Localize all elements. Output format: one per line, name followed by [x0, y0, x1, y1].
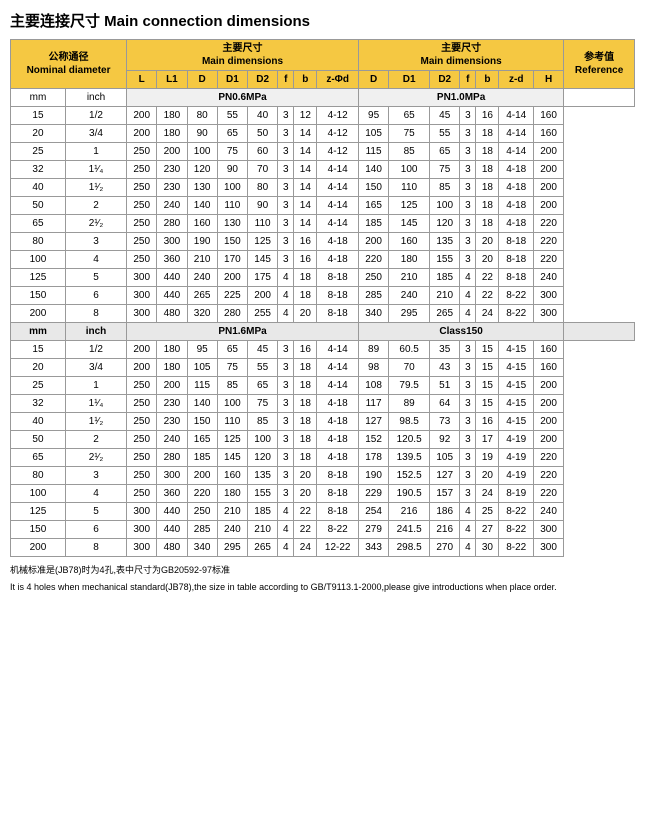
table-row: 203/420018010575553184-149870433154-1516…: [11, 359, 635, 377]
unit-mm: mm: [11, 89, 66, 107]
table-row: 20083004803202802554208-183402952654248-…: [11, 305, 635, 323]
section-pn16: PN1.6MPa: [127, 323, 359, 341]
col-f-right: f: [460, 71, 476, 89]
col-d2-right: D2: [430, 71, 460, 89]
table-row: 401¹⁄₂250230130100803144-14150110853184-…: [11, 179, 635, 197]
col-zd-right: z-d: [499, 71, 533, 89]
dimensions-table: 公称通径Nominal diameter 主要尺寸Main dimensions…: [10, 39, 635, 557]
col-d-left: D: [187, 71, 217, 89]
table-row: 502250240140110903144-141651251003184-18…: [11, 197, 635, 215]
table-row: 203/42001809065503144-1210575553184-1416…: [11, 125, 635, 143]
col-d2-left: D2: [248, 71, 278, 89]
table-row: 321¹⁄₄25023012090703144-14140100753184-1…: [11, 161, 635, 179]
col-l: L: [127, 71, 157, 89]
page-title: 主要连接尺寸 Main connection dimensions: [10, 10, 635, 31]
reference-header: 参考值Reference: [564, 40, 635, 89]
table-row: 12553004402502101854228-182542161864258-…: [11, 503, 635, 521]
table-row: 10042503602101701453164-182201801553208-…: [11, 251, 635, 269]
unit-mm-2: mm: [11, 323, 66, 341]
footnote-1: 机械标准是(JB78)时为4孔,表中尺寸为GB20592-97标准: [10, 563, 635, 576]
table-row: 8032503001901501253164-182001601353208-1…: [11, 233, 635, 251]
unit-inch: inch: [65, 89, 126, 107]
table-row: 652¹⁄₂2502801601301103144-14185145120318…: [11, 215, 635, 233]
table-row: 5022502401651251003184-18152120.5923174-…: [11, 431, 635, 449]
table-row: 15063004402652252004188-182852402104228-…: [11, 287, 635, 305]
table-row: 15063004402852402104228-22279241.5216427…: [11, 521, 635, 539]
table-row: 200830048034029526542412-22343298.527043…: [11, 539, 635, 557]
table-row: 151/22001808055403124-129565453164-14160: [11, 107, 635, 125]
table-row: 25125020011585653184-1410879.5513154-152…: [11, 377, 635, 395]
table-row: 652¹⁄₂2502801851451203184-18178139.51053…: [11, 449, 635, 467]
ref-empty-2: [564, 323, 635, 341]
table-row: 151/22001809565453164-148960.5353154-151…: [11, 341, 635, 359]
main-dimensions-right-header: 主要尺寸Main dimensions: [358, 40, 563, 71]
col-b-right: b: [476, 71, 499, 89]
col-f-left: f: [278, 71, 294, 89]
nominal-diameter-header: 公称通径Nominal diameter: [11, 40, 127, 89]
table-row: 12553004402402001754188-182502101854228-…: [11, 269, 635, 287]
col-d1-right: D1: [389, 71, 430, 89]
col-d1-left: D1: [217, 71, 247, 89]
col-l1: L1: [157, 71, 187, 89]
table-row: 321¹⁄₄250230140100753184-1811789643154-1…: [11, 395, 635, 413]
table-row: 8032503002001601353208-18190152.51273204…: [11, 467, 635, 485]
table-row: 401¹⁄₂250230150110853184-1812798.5733164…: [11, 413, 635, 431]
section-class150: Class150: [358, 323, 563, 341]
section-pn10: PN1.0MPa: [358, 89, 563, 107]
main-dimensions-left-header: 主要尺寸Main dimensions: [127, 40, 359, 71]
unit-inch-2: inch: [65, 323, 126, 341]
section-pn06: PN0.6MPa: [127, 89, 359, 107]
col-h: H: [533, 71, 563, 89]
table-row: 25125020010075603144-1211585653184-14200: [11, 143, 635, 161]
table-row: 10042503602201801553208-18229190.5157324…: [11, 485, 635, 503]
footnote-2: It is 4 holes when mechanical standard(J…: [10, 582, 635, 592]
col-b-left: b: [294, 71, 317, 89]
ref-empty: [564, 89, 635, 107]
col-d-right: D: [358, 71, 388, 89]
col-zphi-left: z-Φd: [317, 71, 359, 89]
